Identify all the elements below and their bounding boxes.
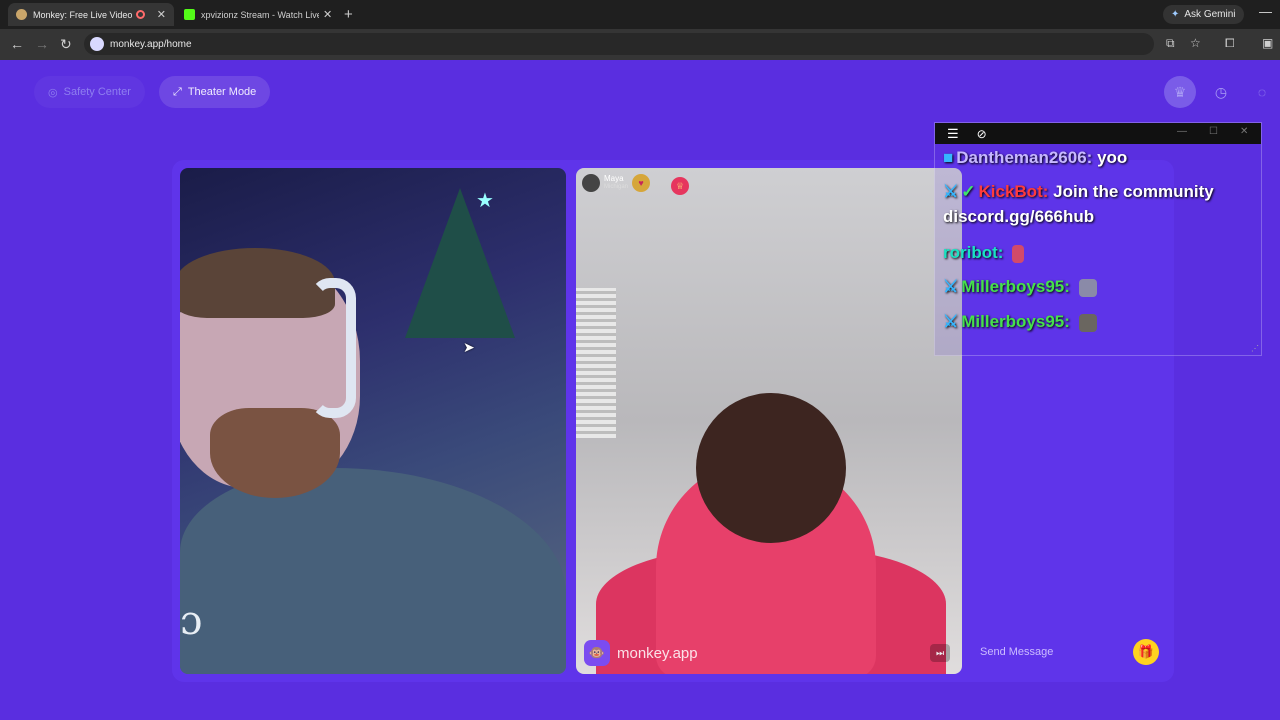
emote-icon (1078, 278, 1097, 297)
emote-icon (1012, 244, 1025, 263)
site-info-icon[interactable] (90, 37, 104, 51)
tab-kick-stream[interactable]: xpvizionz Stream - Watch Live o ✕ (176, 3, 342, 26)
minimize-window-icon[interactable]: — (1259, 4, 1272, 19)
monkey-favicon-icon (16, 9, 27, 20)
kick-favicon-icon (184, 9, 195, 20)
chat-text: yoo (1097, 148, 1128, 167)
history-clock-icon[interactable]: ◷ (1205, 76, 1237, 108)
tree-star-icon: ★ (476, 190, 494, 212)
extensions-icon[interactable]: ⧠ (1225, 36, 1235, 51)
gemini-sparkle-icon: ✦ (1171, 9, 1180, 20)
chat-username: Dantheman2606: (956, 148, 1093, 167)
chat-message-continuation: discord.gg/666hub (943, 207, 1094, 227)
chat-message: ■ Dantheman2606: yoo (943, 148, 1127, 168)
chat-username: roribot: (943, 243, 1004, 262)
resize-grip-icon[interactable]: ⋰ (1251, 344, 1259, 353)
shield-icon: ◎ (48, 86, 58, 99)
chat-message: ⚔ Millerboys95: (943, 277, 1097, 297)
tab-title: Monkey: Free Live Video Ch (33, 9, 134, 20)
watermark-text: monkey.app (617, 644, 698, 662)
chat-username: Millerboys95: (961, 312, 1070, 331)
remote-user-name: Maya (604, 174, 624, 183)
messages-icon[interactable]: ◌ (1246, 76, 1278, 108)
sword-badge-icon: ⚔ (943, 312, 959, 331)
badge-icon[interactable]: ♕ (671, 177, 689, 195)
crown-icon[interactable]: ♛ (1164, 76, 1196, 108)
tab-monkey[interactable]: Monkey: Free Live Video Ch ✕ (8, 3, 174, 26)
tab-title: xpvizionz Stream - Watch Live o (201, 9, 319, 20)
sword-badge-icon: ⚔ (943, 182, 959, 201)
sword-badge-icon: ⚔ (943, 277, 959, 296)
omnibox[interactable]: monkey.app/home (84, 33, 1154, 55)
verified-badge-icon: ✓ (961, 182, 976, 201)
chat-message: ⚔ Millerboys95: (943, 312, 1097, 332)
send-message-placeholder: Send Message (980, 646, 1054, 658)
chat-text: discord.gg/666hub (943, 207, 1095, 226)
chat-overlay-window[interactable]: ☰ ⊘ — ☐ ✕ ■ Dantheman2606: yoo ⚔ ✓ KickBot:… (934, 122, 1262, 356)
heart-icon[interactable]: ♥ (632, 174, 651, 192)
expand-icon: ⤢ (173, 85, 182, 98)
theater-mode-label: Theater Mode (187, 86, 257, 98)
close-tab-icon[interactable]: ✕ (323, 8, 332, 21)
local-video: ★ ɔ (180, 168, 566, 674)
safety-center-label: Safety Center (63, 86, 131, 98)
overlay-maximize-icon[interactable]: ☐ (1209, 126, 1218, 137)
shirt-logo: ɔ (180, 598, 203, 644)
remote-user-chip[interactable]: Maya Michigan ♥ (582, 174, 651, 192)
overlay-close-icon[interactable]: ✕ (1240, 126, 1248, 137)
window-blinds (576, 288, 616, 438)
safety-center-button[interactable]: ◎ Safety Center (34, 76, 145, 108)
chat-message: roribot: (943, 243, 1025, 263)
install-app-icon[interactable]: ⧉ (1166, 36, 1175, 51)
local-user-beard (210, 408, 340, 498)
overlay-titlebar: ☰ ⊘ — ☐ ✕ (935, 123, 1261, 144)
reload-icon[interactable]: ↻ (60, 36, 72, 53)
mouse-cursor-icon: ➤ (463, 339, 475, 355)
url-text: monkey.app/home (110, 38, 192, 50)
recording-icon (135, 10, 145, 19)
close-tab-icon[interactable]: ✕ (157, 8, 166, 21)
address-bar-row: ← → ↻ monkey.app/home ⧉ ☆ ⧠ ▣ (0, 29, 1280, 60)
ask-gemini-label: Ask Gemini (1184, 9, 1236, 20)
christmas-tree (405, 188, 515, 338)
emote-icon (1078, 313, 1097, 332)
ask-gemini-button[interactable]: ✦ Ask Gemini (1163, 5, 1244, 24)
hamburger-menu-icon[interactable]: ☰ (947, 126, 959, 142)
monkey-watermark: 🐵 monkey.app (584, 640, 698, 666)
back-arrow-icon[interactable]: ← (10, 36, 24, 52)
hide-icon[interactable]: ⊘ (977, 127, 987, 141)
monkey-logo-icon: 🐵 (584, 640, 610, 666)
headset (310, 278, 356, 418)
avatar (582, 174, 600, 192)
cube-badge-icon: ■ (943, 148, 954, 167)
forward-arrow-icon[interactable]: → (35, 36, 49, 52)
chat-text: Join the community (1053, 182, 1214, 201)
gift-icon[interactable]: 🎁 (1133, 639, 1159, 665)
skip-icon[interactable]: ⏭ (930, 644, 950, 662)
remote-user-face (696, 393, 846, 543)
chat-message: ⚔ ✓ KickBot: Join the community (943, 182, 1214, 202)
remote-video: Maya Michigan ♥ ♕ 🐵 monkey.app ⏭ (576, 168, 962, 674)
chat-username: Millerboys95: (961, 277, 1070, 296)
side-panel-icon[interactable]: ▣ (1262, 36, 1273, 50)
new-tab-icon[interactable]: + (344, 6, 353, 23)
bookmark-star-icon[interactable]: ☆ (1190, 36, 1201, 50)
browser-tab-bar: Monkey: Free Live Video Ch ✕ xpvizionz S… (0, 0, 1280, 29)
chat-username: KickBot: (978, 182, 1049, 201)
theater-mode-button[interactable]: ⤢ Theater Mode (159, 76, 271, 108)
local-user-shirt (180, 468, 566, 674)
remote-user-location: Michigan (604, 184, 629, 190)
overlay-minimize-icon[interactable]: — (1177, 126, 1187, 137)
